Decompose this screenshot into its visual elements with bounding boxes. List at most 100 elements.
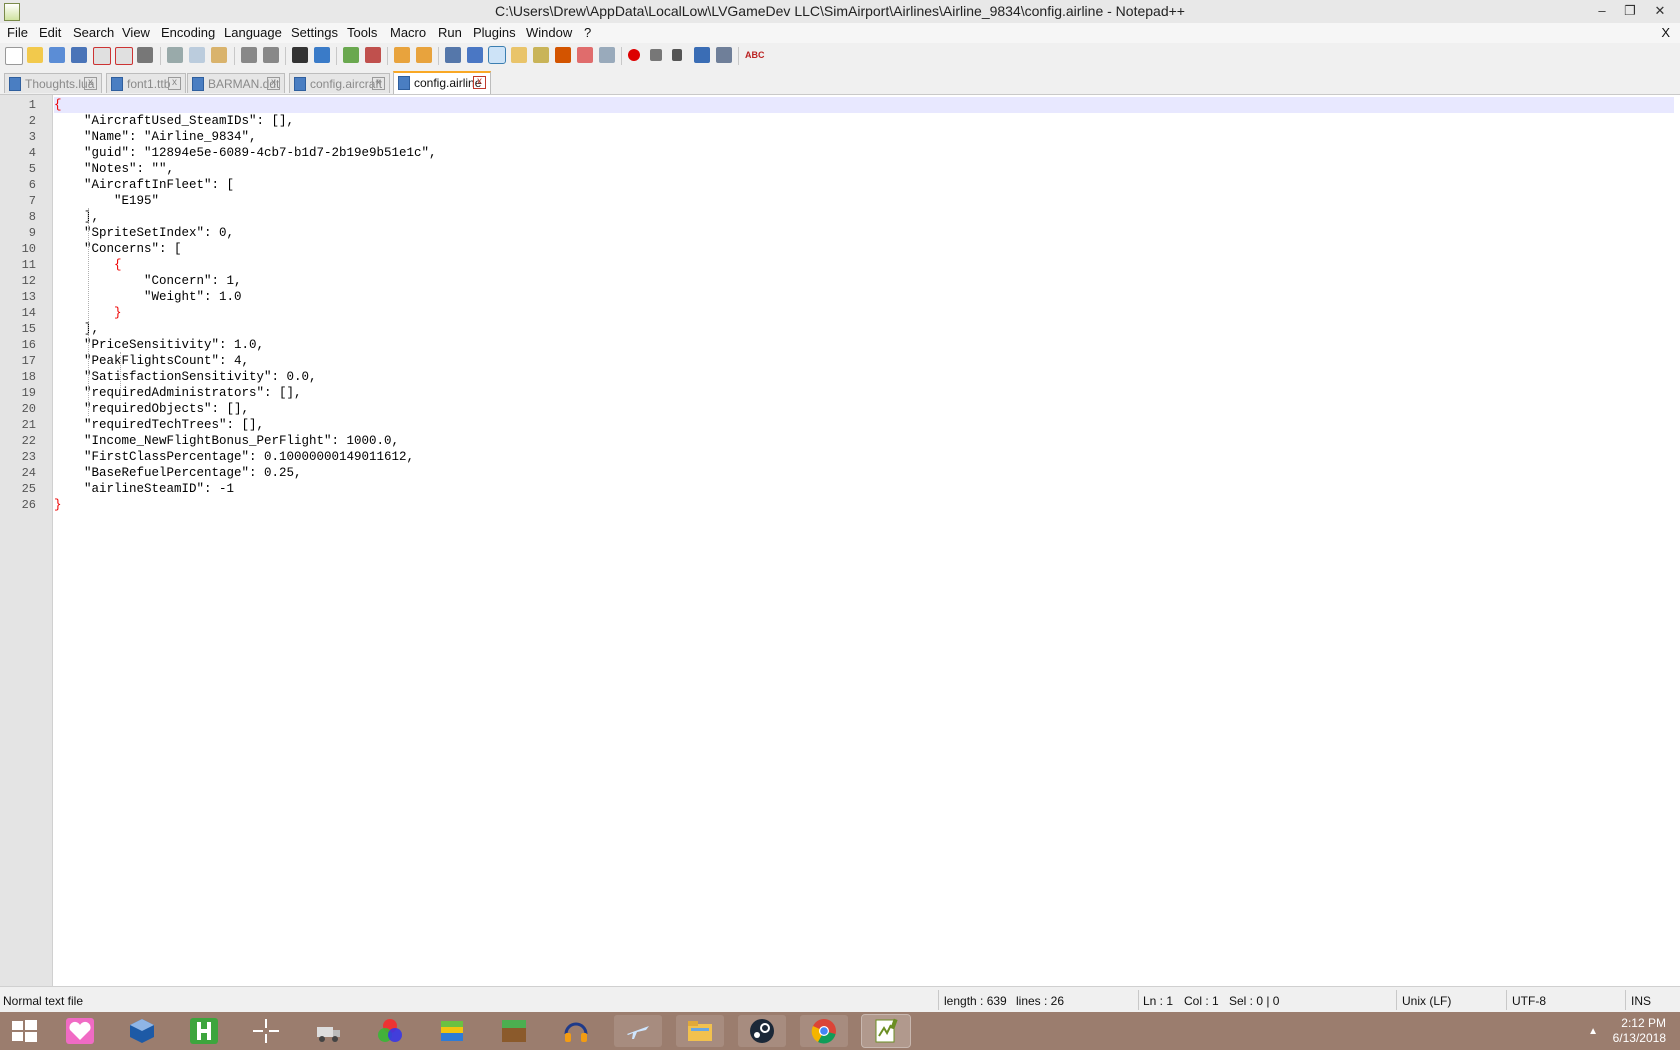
- status-eol[interactable]: Unix (LF): [1402, 994, 1451, 1008]
- spellcheck-icon[interactable]: ABC: [745, 47, 765, 63]
- code-line[interactable]: {: [54, 97, 1674, 113]
- folder-as-workspace-icon[interactable]: [577, 47, 593, 63]
- code-line[interactable]: "airlineSteamID": -1: [54, 481, 1674, 497]
- code-line[interactable]: "Name": "Airline_9834",: [54, 129, 1674, 145]
- record-macro-icon[interactable]: [628, 49, 640, 61]
- tab-close-icon[interactable]: x: [168, 77, 181, 90]
- code-line[interactable]: "FirstClassPercentage": 0.10000000149011…: [54, 449, 1674, 465]
- playback-macro-icon[interactable]: [672, 49, 682, 61]
- close-all-icon[interactable]: [115, 47, 133, 65]
- code-line[interactable]: "Concerns": [: [54, 241, 1674, 257]
- indent-guide-icon[interactable]: [488, 46, 506, 64]
- windows-start-button[interactable]: [0, 1015, 48, 1047]
- status-insert-mode[interactable]: INS: [1631, 994, 1651, 1008]
- code-line[interactable]: "SatisfactionSensitivity": 0.0,: [54, 369, 1674, 385]
- code-line[interactable]: "PriceSensitivity": 1.0,: [54, 337, 1674, 353]
- close-window-button[interactable]: ✕: [1646, 1, 1674, 21]
- show-all-chars-icon[interactable]: [467, 47, 483, 63]
- menu-window[interactable]: Window: [526, 25, 572, 40]
- tab-config-aircraft[interactable]: config.aircraft x: [289, 73, 390, 93]
- cut-icon[interactable]: [167, 47, 183, 63]
- menu-search[interactable]: Search: [73, 25, 114, 40]
- tab-barman-ddt[interactable]: BARMAN.ddt x: [187, 73, 285, 93]
- undo-icon[interactable]: [241, 47, 257, 63]
- taskbar-app[interactable]: [304, 1015, 352, 1047]
- taskbar-app[interactable]: [800, 1015, 848, 1047]
- code-line[interactable]: }: [54, 305, 1674, 321]
- taskbar-app[interactable]: [428, 1015, 476, 1047]
- taskbar-app[interactable]: [614, 1015, 662, 1047]
- zoom-in-icon[interactable]: [343, 47, 359, 63]
- stop-record-icon[interactable]: [650, 49, 662, 61]
- close-icon[interactable]: [93, 47, 111, 65]
- code-line[interactable]: "AircraftInFleet": [: [54, 177, 1674, 193]
- taskbar-app[interactable]: [738, 1015, 786, 1047]
- taskbar-app[interactable]: [118, 1015, 166, 1047]
- menu-edit[interactable]: Edit: [39, 25, 61, 40]
- menu-run[interactable]: Run: [438, 25, 462, 40]
- code-line[interactable]: {: [54, 257, 1674, 273]
- taskbar-app[interactable]: [366, 1015, 414, 1047]
- tab-close-icon[interactable]: x: [267, 77, 280, 90]
- tray-overflow-icon[interactable]: ▲: [1588, 1026, 1598, 1037]
- minimize-button[interactable]: –: [1588, 1, 1616, 21]
- taskbar-app[interactable]: [180, 1015, 228, 1047]
- taskbar-app-active[interactable]: [861, 1014, 911, 1048]
- menu-file[interactable]: File: [7, 25, 28, 40]
- copy-icon[interactable]: [189, 47, 205, 63]
- function-list-icon[interactable]: [555, 47, 571, 63]
- taskbar-app[interactable]: [56, 1015, 104, 1047]
- code-line[interactable]: "requiredAdministrators": [],: [54, 385, 1674, 401]
- code-line[interactable]: "requiredObjects": [],: [54, 401, 1674, 417]
- zoom-out-icon[interactable]: [365, 47, 381, 63]
- paste-icon[interactable]: [211, 47, 227, 63]
- open-file-icon[interactable]: [27, 47, 43, 63]
- save-all-icon[interactable]: [71, 47, 87, 63]
- system-clock[interactable]: 2:12 PM 6/13/2018: [1613, 1016, 1666, 1046]
- code-line[interactable]: }: [54, 497, 1674, 513]
- menu-plugins[interactable]: Plugins: [473, 25, 516, 40]
- menu-help[interactable]: ?: [584, 25, 591, 40]
- find-icon[interactable]: [292, 47, 308, 63]
- code-line[interactable]: "Concern": 1,: [54, 273, 1674, 289]
- sync-horizontal-icon[interactable]: [416, 47, 432, 63]
- code-line[interactable]: ],: [54, 321, 1674, 337]
- redo-icon[interactable]: [263, 47, 279, 63]
- status-encoding[interactable]: UTF-8: [1512, 994, 1546, 1008]
- menu-macro[interactable]: Macro: [390, 25, 426, 40]
- menu-tools[interactable]: Tools: [347, 25, 377, 40]
- replace-icon[interactable]: [314, 47, 330, 63]
- user-language-icon[interactable]: [511, 47, 527, 63]
- print-icon[interactable]: [137, 47, 153, 63]
- word-wrap-icon[interactable]: [445, 47, 461, 63]
- close-document-button[interactable]: X: [1661, 25, 1670, 40]
- code-line[interactable]: "AircraftUsed_SteamIDs": [],: [54, 113, 1674, 129]
- code-line[interactable]: "E195": [54, 193, 1674, 209]
- menu-language[interactable]: Language: [224, 25, 282, 40]
- maximize-button[interactable]: ❐: [1616, 1, 1644, 21]
- editor-area[interactable]: 1 2 3 4 5 6 7 8 9 10 11 12 13 14 15 16 17 18 19 20 21 22 23 24 2…: [0, 94, 1680, 987]
- sync-vertical-icon[interactable]: [394, 47, 410, 63]
- taskbar-app[interactable]: [552, 1015, 600, 1047]
- taskbar-app[interactable]: [490, 1015, 538, 1047]
- save-macro-icon[interactable]: [716, 47, 732, 63]
- taskbar-app[interactable]: [676, 1015, 724, 1047]
- doc-map-icon[interactable]: [533, 47, 549, 63]
- save-icon[interactable]: [49, 47, 65, 63]
- tab-close-icon[interactable]: x: [84, 77, 97, 90]
- tab-close-icon[interactable]: x: [473, 76, 486, 89]
- taskbar-app[interactable]: [242, 1015, 290, 1047]
- code-line[interactable]: "guid": "12894e5e-6089-4cb7-b1d7-2b19e9b…: [54, 145, 1674, 161]
- code-line[interactable]: "BaseRefuelPercentage": 0.25,: [54, 465, 1674, 481]
- code-line[interactable]: "requiredTechTrees": [],: [54, 417, 1674, 433]
- code-line[interactable]: "SpriteSetIndex": 0,: [54, 225, 1674, 241]
- code-line[interactable]: ],: [54, 209, 1674, 225]
- tab-config-airline[interactable]: config.airline x: [393, 71, 491, 94]
- code-line[interactable]: "PeakFlightsCount": 4,: [54, 353, 1674, 369]
- code-line[interactable]: "Notes": "",: [54, 161, 1674, 177]
- menu-view[interactable]: View: [122, 25, 150, 40]
- tab-thoughts-lua[interactable]: Thoughts.lua x: [4, 73, 102, 93]
- tab-font1-ttb[interactable]: font1.ttb x: [106, 73, 186, 93]
- run-macro-multiple-icon[interactable]: [694, 47, 710, 63]
- monitoring-icon[interactable]: [599, 47, 615, 63]
